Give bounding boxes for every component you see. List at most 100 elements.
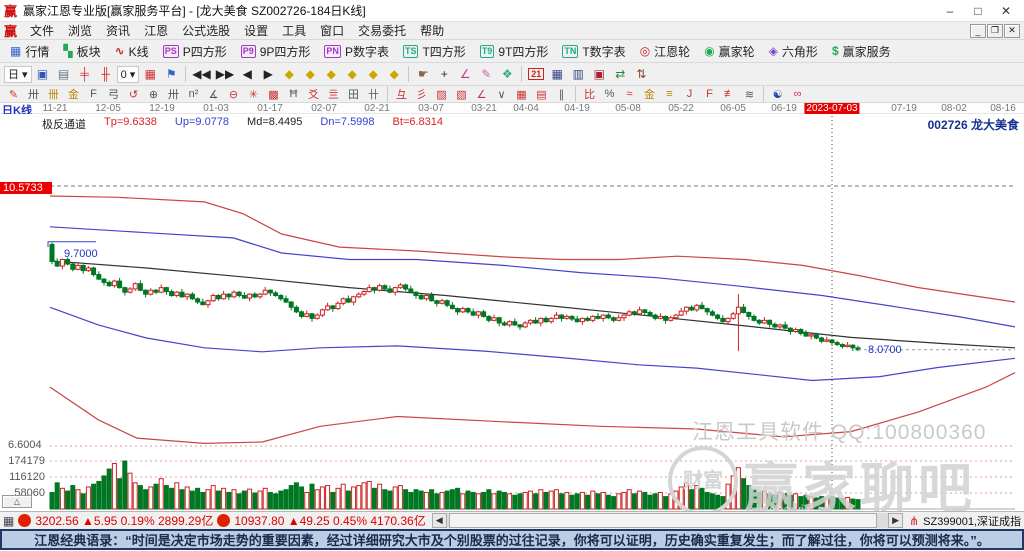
shade-grid-icon[interactable]: ▩ — [264, 87, 283, 102]
hexagon-button[interactable]: ◈ 六角形 — [763, 41, 824, 61]
gold-fence-icon[interactable]: 卌 — [44, 87, 63, 102]
menu-item-4[interactable]: 公式选股 — [175, 22, 237, 39]
draw-tool-icon[interactable]: ✎ — [476, 65, 496, 83]
red-tower-icon[interactable]: 亖 — [324, 87, 343, 102]
angle-tool-icon[interactable]: ∠ — [455, 65, 475, 83]
kline-style-icon[interactable]: ╪ — [75, 65, 95, 83]
calendar-21-icon[interactable]: 21 — [526, 65, 546, 83]
maximize-button[interactable]: □ — [964, 1, 992, 21]
bar-fence-icon[interactable]: 卅 — [24, 87, 43, 102]
gann-diamond-5-icon[interactable]: ◆ — [363, 65, 383, 83]
p9-square-button[interactable]: P9 9P四方形 — [235, 41, 317, 61]
winner-service-button[interactable]: $ 赢家服务 — [826, 41, 897, 61]
winner-wheel-button[interactable]: ◉ 赢家轮 — [698, 41, 761, 61]
scrollbar-thumb[interactable] — [448, 513, 877, 528]
n2-icon[interactable]: n² — [184, 87, 203, 102]
menu-item-9[interactable]: 帮助 — [413, 22, 451, 39]
menu-item-6[interactable]: 工具 — [275, 22, 313, 39]
mdi-app-icon[interactable]: 赢 — [4, 21, 17, 40]
last-bar-icon[interactable]: ▶▶ — [214, 65, 236, 83]
info-list-icon[interactable]: ▤ — [54, 65, 74, 83]
box-shade2-icon[interactable]: ▧ — [452, 87, 471, 102]
dense-grid-icon[interactable]: ▦ — [512, 87, 531, 102]
first-bar-icon[interactable]: ◀◀ — [190, 65, 212, 83]
quotes-button[interactable]: ▦ 行情 — [4, 41, 55, 61]
quote-grid-icon[interactable]: ▦ — [3, 514, 14, 528]
menu-item-8[interactable]: 交易委托 — [351, 22, 413, 39]
gold-ratio-icon[interactable]: 金 — [640, 87, 659, 102]
zero-dropdown[interactable]: 0 ▾ — [116, 65, 140, 83]
gann-circle-icon[interactable]: ⊖ — [224, 87, 243, 102]
check-line-icon[interactable]: ∨ — [492, 87, 511, 102]
sectors-button[interactable]: ▚ 板块 — [57, 41, 106, 61]
menu-item-2[interactable]: 资讯 — [99, 22, 137, 39]
rays-icon[interactable]: 彡 — [412, 87, 431, 102]
monitor-icon[interactable]: ▣ — [589, 65, 609, 83]
flag-icon[interactable]: ⚑ — [161, 65, 181, 83]
red-fan-icon[interactable]: 爻 — [304, 87, 323, 102]
scroll-right-button[interactable]: ▶ — [888, 513, 904, 528]
gann-diamond-2-icon[interactable]: ◆ — [300, 65, 320, 83]
fib-f-icon[interactable]: F — [84, 87, 103, 102]
kline-style2-icon[interactable]: ╫ — [96, 65, 116, 83]
gann-wheel-button[interactable]: ◎ 江恩轮 — [634, 41, 697, 61]
gann-diamond-4-icon[interactable]: ◆ — [342, 65, 362, 83]
gold-gann-icon[interactable]: 金 — [64, 87, 83, 102]
ruler-grid-icon[interactable]: 卅 — [164, 87, 183, 102]
mdi-minimize-button[interactable]: _ — [970, 23, 986, 38]
percent-wave-icon[interactable]: ≈ — [620, 87, 639, 102]
gold-line-icon[interactable]: ≡ — [660, 87, 679, 102]
dense-grid2-icon[interactable]: ▤ — [532, 87, 551, 102]
gann-diamond-1-icon[interactable]: ◆ — [279, 65, 299, 83]
grid-window-icon[interactable]: 田 — [344, 87, 363, 102]
p-number-button[interactable]: PN P数字表 — [318, 41, 395, 61]
star-burst-icon[interactable]: ✳ — [244, 87, 263, 102]
mdi-restore-button[interactable]: ❐ — [987, 23, 1003, 38]
money-line-icon[interactable]: ≢ — [720, 87, 739, 102]
kline-chart-area[interactable]: 极反通道 Tp=9.6338 Up=9.0778 Md=8.4495 Dn=7.… — [0, 114, 1024, 511]
box-shade-icon[interactable]: ▨ — [432, 87, 451, 102]
t9-square-button[interactable]: T9 9T四方形 — [474, 41, 555, 61]
p-square-button[interactable]: PS P四方形 — [157, 41, 233, 61]
h-bars-icon[interactable]: 卄 — [364, 87, 383, 102]
infinity-icon[interactable]: ∞ — [788, 87, 807, 102]
taiji-icon[interactable]: ☯ — [768, 87, 787, 102]
menu-item-3[interactable]: 江恩 — [137, 22, 175, 39]
remote-help-icon[interactable]: ⇅ — [631, 65, 651, 83]
report-icon[interactable]: ▥ — [568, 65, 588, 83]
sh-index-quote[interactable]: 3202.56 ▲5.95 0.19% 2899.29亿 — [35, 512, 213, 529]
speed-line-icon[interactable]: 彑 — [392, 87, 411, 102]
gann-grid-icon[interactable]: ▦ — [140, 65, 160, 83]
close-button[interactable]: ✕ — [992, 1, 1020, 21]
speed-resist-icon[interactable]: ≋ — [740, 87, 759, 102]
angle-a-icon[interactable]: ∡ — [204, 87, 223, 102]
gann-diamond-3-icon[interactable]: ◆ — [321, 65, 341, 83]
kline-button[interactable]: ∿ K线 — [109, 41, 155, 61]
menu-item-1[interactable]: 浏览 — [61, 22, 99, 39]
horizontal-scrollbar[interactable]: ◀ ▶ — [431, 513, 904, 528]
calculator-icon[interactable]: ▦ — [547, 65, 567, 83]
t-number-button[interactable]: TN T数字表 — [556, 41, 631, 61]
t-square-button[interactable]: TS T四方形 — [397, 41, 472, 61]
percent-icon[interactable]: % — [600, 87, 619, 102]
menu-item-7[interactable]: 窗口 — [313, 22, 351, 39]
gann-diamond-6-icon[interactable]: ◆ — [384, 65, 404, 83]
pan-hand-icon[interactable]: ☛ — [413, 65, 433, 83]
red-pen-icon[interactable]: ✎ — [4, 87, 23, 102]
net-sync-icon[interactable]: ⇄ — [610, 65, 630, 83]
chart-window-icon[interactable]: ▣ — [33, 65, 53, 83]
arc-tool-icon[interactable]: 弓 — [104, 87, 123, 102]
next-bar-icon[interactable]: ▶ — [258, 65, 278, 83]
crosshair-icon[interactable]: + — [434, 65, 454, 83]
circle-cross-icon[interactable]: ⊕ — [144, 87, 163, 102]
minimize-button[interactable]: – — [936, 1, 964, 21]
scroll-left-button[interactable]: ◀ — [431, 513, 447, 528]
scrollbar-track[interactable] — [446, 513, 889, 528]
h-mark-icon[interactable]: Ħ — [284, 87, 303, 102]
menu-item-5[interactable]: 设置 — [237, 22, 275, 39]
menu-item-0[interactable]: 文件 — [23, 22, 61, 39]
slash-lines-icon[interactable]: ∥ — [552, 87, 571, 102]
ratio-icon[interactable]: 比 — [580, 87, 599, 102]
current-index-label[interactable]: SZ399001,深证成指 — [923, 513, 1021, 529]
sz-index-quote[interactable]: 10937.80 ▲49.25 0.45% 4170.36亿 — [234, 512, 425, 529]
